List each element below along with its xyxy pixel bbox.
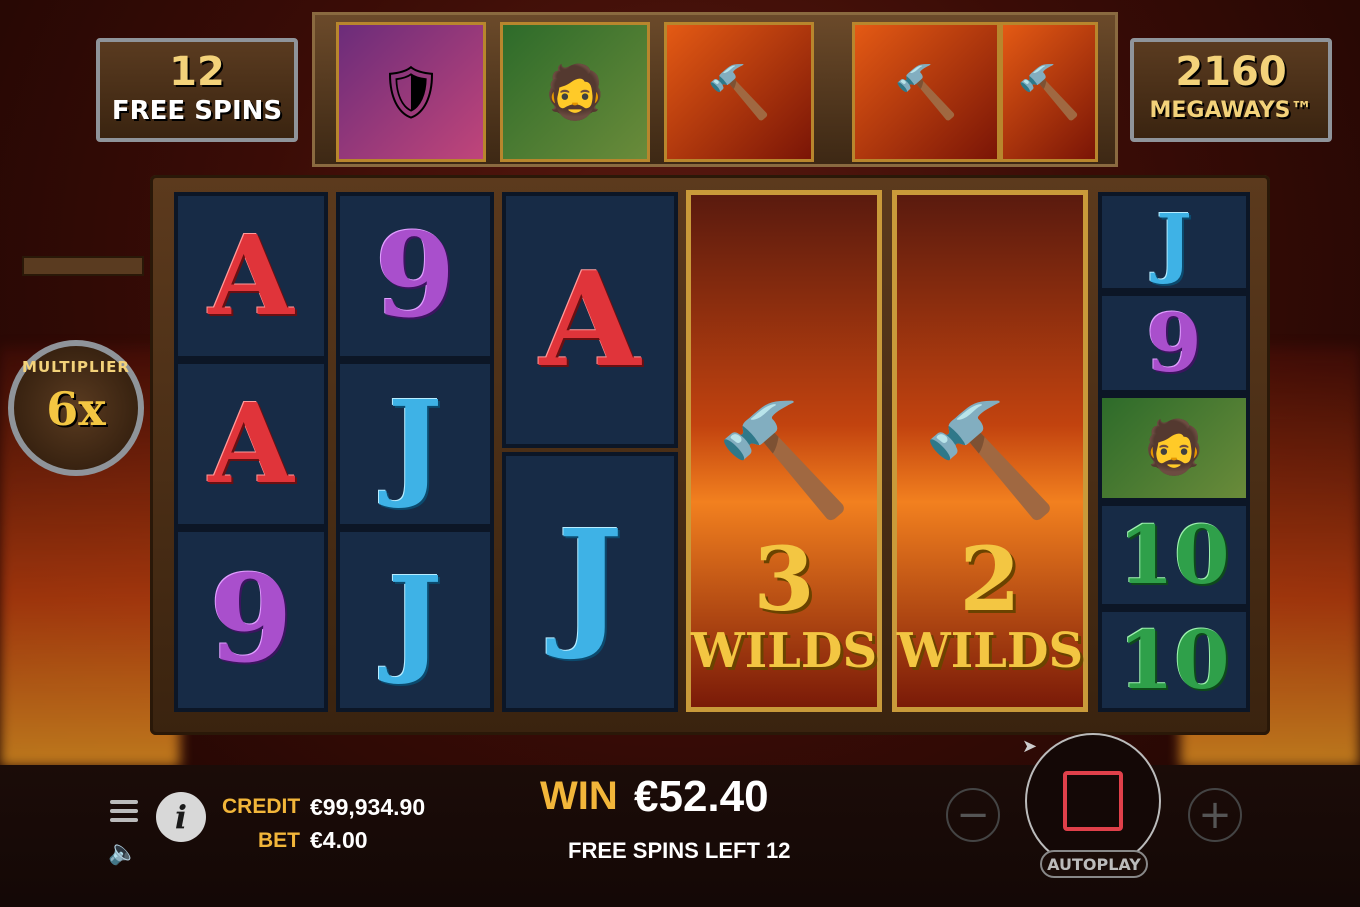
megaways-label: MEGAWAYS™ <box>1149 98 1313 123</box>
bet-label: BET <box>258 829 300 852</box>
multiplier-badge: MULTIPLIER 6x <box>8 340 144 476</box>
free-spins-count: 12 <box>169 49 225 95</box>
bet-value: €4.00 <box>310 827 368 853</box>
hammer-icon: 🔨 <box>664 22 814 162</box>
increase-bet-button[interactable]: + <box>1188 788 1242 842</box>
free-spins-left: FREE SPINS LEFT 12 <box>568 838 791 863</box>
viking-woman-icon: 🛡 <box>336 22 486 162</box>
win-label: WIN <box>540 774 618 818</box>
megaways-count: 2160 <box>1175 49 1287 95</box>
sound-icon[interactable]: 🔈 <box>108 838 138 866</box>
menu-icon[interactable] <box>110 800 138 824</box>
reel-symbol: J <box>336 360 494 528</box>
reel-symbol: 9 <box>174 528 328 712</box>
win-value: €52.40 <box>634 772 769 821</box>
reel-symbol: A <box>174 192 328 360</box>
wild-count: 2 <box>959 527 1021 631</box>
reel-symbol: J <box>1098 192 1250 292</box>
reel-symbol: 9 <box>1098 292 1250 394</box>
wild-reel: 🔨 3 WILDS <box>686 190 882 712</box>
free-spins-panel: 12 FREE SPINS <box>96 38 298 142</box>
credit-value: €99,934.90 <box>310 794 426 820</box>
reel-symbol: A <box>174 360 328 528</box>
decrease-bet-button[interactable]: − <box>946 788 1000 842</box>
reel-symbol: 10 <box>1098 502 1250 608</box>
wild-label: WILDS <box>690 623 878 679</box>
autoplay-button[interactable]: AUTOPLAY <box>1040 850 1148 878</box>
multiplier-label: MULTIPLIER <box>22 358 130 376</box>
dwarf-icon: 🧔 <box>1098 394 1250 502</box>
info-button[interactable]: i <box>156 792 206 842</box>
hammer-icon: 🔨 <box>921 396 1059 524</box>
wild-label: WILDS <box>896 623 1084 679</box>
dwarf-icon: 🧔 <box>500 22 650 162</box>
wild-reel: 🔨 2 WILDS <box>892 190 1088 712</box>
multiplier-value: 6x <box>46 382 106 436</box>
reel-symbol: A <box>502 192 678 448</box>
hammer-icon: 🔨 <box>852 22 1000 162</box>
megaways-panel: 2160 MEGAWAYS™ <box>1130 38 1332 142</box>
free-spins-label: FREE SPINS <box>111 96 283 126</box>
reel-symbol: 9 <box>336 192 494 360</box>
multiplier-sign-bar <box>22 256 144 276</box>
stop-icon <box>1063 771 1123 831</box>
wild-count: 3 <box>753 527 815 631</box>
turbo-icon[interactable]: ➤ <box>1022 736 1037 757</box>
reel-symbol: 10 <box>1098 608 1250 712</box>
reel-symbol: J <box>336 528 494 712</box>
hammer-icon: 🔨 <box>715 396 853 524</box>
hammer-icon: 🔨 <box>1000 22 1098 162</box>
reel-symbol: J <box>502 452 678 712</box>
stop-spin-button[interactable] <box>1025 733 1161 869</box>
credit-label: CREDIT <box>222 795 301 818</box>
